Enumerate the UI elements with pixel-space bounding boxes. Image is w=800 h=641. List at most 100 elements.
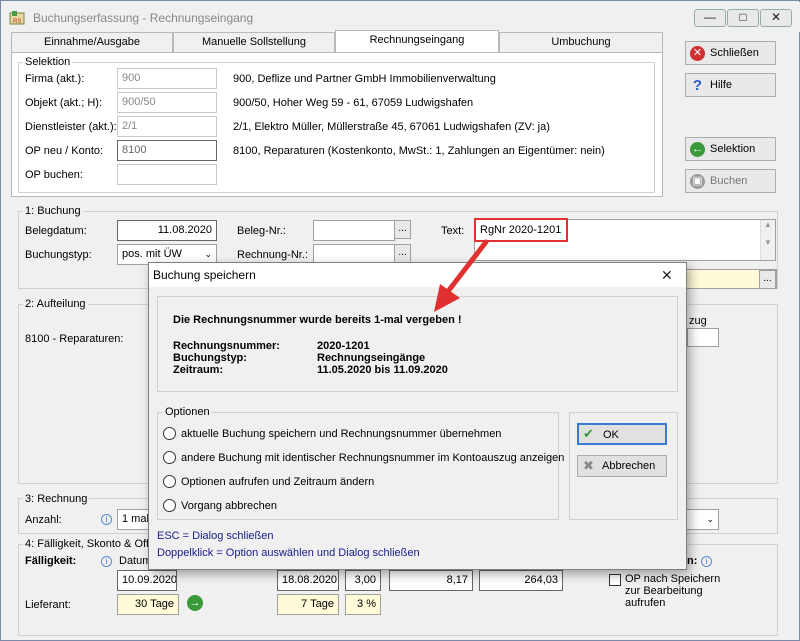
rechnungnr-label: Rechnung-Nr.: bbox=[237, 249, 308, 261]
close-button[interactable]: ✕ Schließen bbox=[685, 41, 776, 65]
help-button-label: Hilfe bbox=[710, 79, 733, 91]
detail-label-3: Zeitraum: bbox=[173, 364, 224, 376]
belegdatum-input[interactable]: 11.08.2020 bbox=[117, 220, 217, 241]
belegnr-input[interactable] bbox=[313, 220, 395, 241]
skonto-datum-input[interactable]: 18.08.2020 bbox=[277, 570, 339, 591]
rechnungnr-browse-button[interactable]: ... bbox=[394, 244, 411, 263]
options-legend: Optionen bbox=[163, 406, 212, 418]
tab-umbuchung[interactable]: Umbuchung bbox=[499, 32, 663, 52]
lieferant-tage-input[interactable]: 30 Tage bbox=[117, 594, 179, 615]
option-1[interactable]: aktuelle Buchung speichern und Rechnungs… bbox=[163, 427, 553, 443]
buchung-speichern-dialog: Buchung speichern ✕ Die Rechnungsnummer … bbox=[148, 262, 687, 570]
info-icon: i bbox=[701, 556, 712, 567]
aufteilung-legend: 2: Aufteilung bbox=[23, 298, 88, 310]
hint-doubleclick: Doppelklick = Option auswählen und Dialo… bbox=[157, 547, 420, 559]
buchungstyp-value: pos. mit ÜW bbox=[122, 248, 182, 260]
option-2[interactable]: andere Buchung mit identischer Rechnungs… bbox=[163, 451, 564, 467]
tab-manuelle-sollstellung[interactable]: Manuelle Sollstellung bbox=[173, 32, 335, 52]
op-bearbeitung-label: OP nach Speichern zur Bearbeitung aufruf… bbox=[625, 573, 721, 609]
faelligkeit-datum-input[interactable]: 10.09.2020 bbox=[117, 570, 177, 591]
cancel-button-label: Abbrechen bbox=[602, 460, 656, 472]
chevron-down-icon: ⌄ bbox=[706, 514, 714, 524]
datum-label: Datum bbox=[119, 555, 152, 567]
help-button[interactable]: ? Hilfe bbox=[685, 73, 776, 97]
selection-legend: Selektion bbox=[23, 56, 73, 68]
firma-desc: 900, Deflize und Partner GmbH Immobilien… bbox=[233, 73, 496, 85]
svg-text:RS: RS bbox=[13, 19, 21, 25]
close-icon: ✕ bbox=[690, 46, 705, 61]
cancel-button[interactable]: ✖ Abbrechen bbox=[577, 455, 667, 477]
option-1-radio[interactable] bbox=[163, 427, 176, 440]
skonto-amount-input[interactable]: 8,17 bbox=[389, 570, 473, 591]
close-button-label: Schließen bbox=[710, 47, 759, 59]
annotation-arrow bbox=[434, 239, 489, 312]
detail-label-2: Buchungstyp: bbox=[173, 352, 247, 364]
lieferant-label: Lieferant: bbox=[25, 599, 71, 611]
dialog-title: Buchung speichern bbox=[149, 263, 686, 287]
hint-esc: ESC = Dialog schließen bbox=[157, 530, 274, 542]
skonto-pct-input[interactable]: 3,00 bbox=[345, 570, 381, 591]
option-3-label: Optionen aufrufen und Zeitraum ändern bbox=[181, 476, 375, 488]
option-2-radio[interactable] bbox=[163, 451, 176, 464]
text-scrollbar[interactable]: ▲ ▼ bbox=[760, 220, 775, 260]
faelligkeit-label: Fälligkeit: bbox=[25, 555, 77, 567]
faelligkeit-right-label: n: bbox=[687, 555, 698, 567]
option-4-radio[interactable] bbox=[163, 499, 176, 512]
book-button-label: Buchen bbox=[710, 175, 748, 187]
dienstleister-input[interactable]: 2/1 bbox=[117, 116, 217, 137]
firma-label: Firma (akt.): bbox=[25, 73, 85, 85]
tab-rechnungseingang[interactable]: Rechnungseingang bbox=[335, 30, 499, 53]
save-icon: ▣ bbox=[690, 174, 705, 189]
op-konto-label: OP neu / Konto: bbox=[25, 145, 104, 157]
aufteilung-right-input[interactable] bbox=[687, 328, 719, 347]
info-icon: i bbox=[101, 556, 112, 567]
aufteilung-right-label: zug bbox=[689, 315, 707, 327]
firma-input[interactable]: 900 bbox=[117, 68, 217, 89]
dienstleister-label: Dienstleister (akt.): bbox=[25, 121, 117, 133]
anzahl-label: Anzahl: bbox=[25, 514, 62, 526]
dialog-close-icon[interactable]: ✕ bbox=[661, 267, 673, 284]
belegdatum-label: Belegdatum: bbox=[25, 225, 87, 237]
objekt-label: Objekt (akt.; H): bbox=[25, 97, 103, 109]
ok-button-label: OK bbox=[603, 429, 619, 441]
option-4[interactable]: Vorgang abbrechen bbox=[163, 499, 553, 515]
option-3[interactable]: Optionen aufrufen und Zeitraum ändern bbox=[163, 475, 553, 491]
maximize-button[interactable]: □ bbox=[727, 9, 759, 27]
aufteilung-row-label: 8100 - Reparaturen: bbox=[25, 333, 124, 345]
skonto-pct2-input[interactable]: 3 % bbox=[345, 594, 381, 615]
close-window-button[interactable]: ✕ bbox=[760, 9, 792, 27]
option-2-label: andere Buchung mit identischer Rechnungs… bbox=[181, 452, 565, 464]
buchungstyp-label: Buchungstyp: bbox=[25, 249, 92, 261]
total-amount-input[interactable]: 264,03 bbox=[479, 570, 563, 591]
skonto-tage-input[interactable]: 7 Tage bbox=[277, 594, 339, 615]
option-1-label: aktuelle Buchung speichern und Rechnungs… bbox=[181, 428, 502, 440]
op-konto-input[interactable]: 8100 bbox=[117, 140, 217, 161]
check-icon: ✔ bbox=[583, 426, 594, 441]
yellow-field-browse-button[interactable]: ... bbox=[759, 270, 776, 289]
back-arrow-icon: ← bbox=[690, 142, 705, 157]
book-button[interactable]: ▣ Buchen bbox=[685, 169, 776, 193]
ok-button[interactable]: ✔ OK bbox=[577, 423, 667, 445]
detail-label-1: Rechnungsnummer: bbox=[173, 340, 280, 352]
option-3-radio[interactable] bbox=[163, 475, 176, 488]
cancel-x-icon: ✖ bbox=[583, 458, 594, 473]
rechnung-legend: 3: Rechnung bbox=[23, 493, 90, 505]
dienstleister-desc: 2/1, Elektro Müller, Müllerstraße 45, 67… bbox=[233, 121, 550, 133]
op-buchen-input[interactable] bbox=[117, 164, 217, 185]
minimize-button[interactable]: — bbox=[694, 9, 726, 27]
detail-value-1: 2020-1201 bbox=[317, 340, 370, 352]
op-buchen-label: OP buchen: bbox=[25, 169, 83, 181]
op-bearbeitung-checkbox[interactable] bbox=[609, 574, 621, 586]
apply-arrow-icon[interactable]: → bbox=[187, 595, 203, 611]
tab-einnahme-ausgabe[interactable]: Einnahme/Ausgabe bbox=[11, 32, 173, 52]
selection-button[interactable]: ← Selektion bbox=[685, 137, 776, 161]
belegnr-browse-button[interactable]: ... bbox=[394, 220, 411, 239]
option-4-label: Vorgang abbrechen bbox=[181, 500, 278, 512]
help-icon: ? bbox=[692, 77, 703, 94]
selection-button-label: Selektion bbox=[710, 143, 756, 155]
belegnr-label: Beleg-Nr.: bbox=[237, 225, 286, 237]
detail-value-3: 11.05.2020 bis 11.09.2020 bbox=[317, 364, 448, 376]
detail-value-2: Rechnungseingänge bbox=[317, 352, 426, 364]
objekt-input[interactable]: 900/50 bbox=[117, 92, 217, 113]
faelligkeit-legend: 4: Fälligkeit, Skonto & Offe bbox=[23, 538, 158, 550]
